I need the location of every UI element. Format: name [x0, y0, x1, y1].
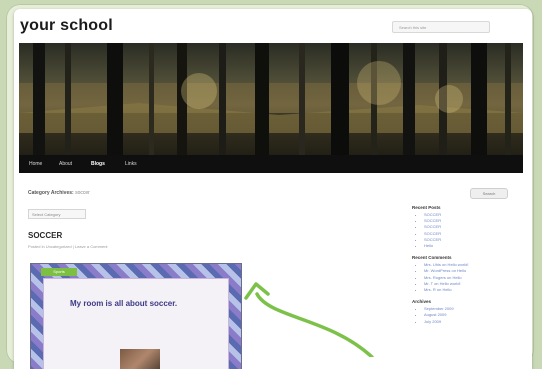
arrow-shaft-icon [255, 292, 374, 357]
annotation-arrow [244, 282, 374, 357]
